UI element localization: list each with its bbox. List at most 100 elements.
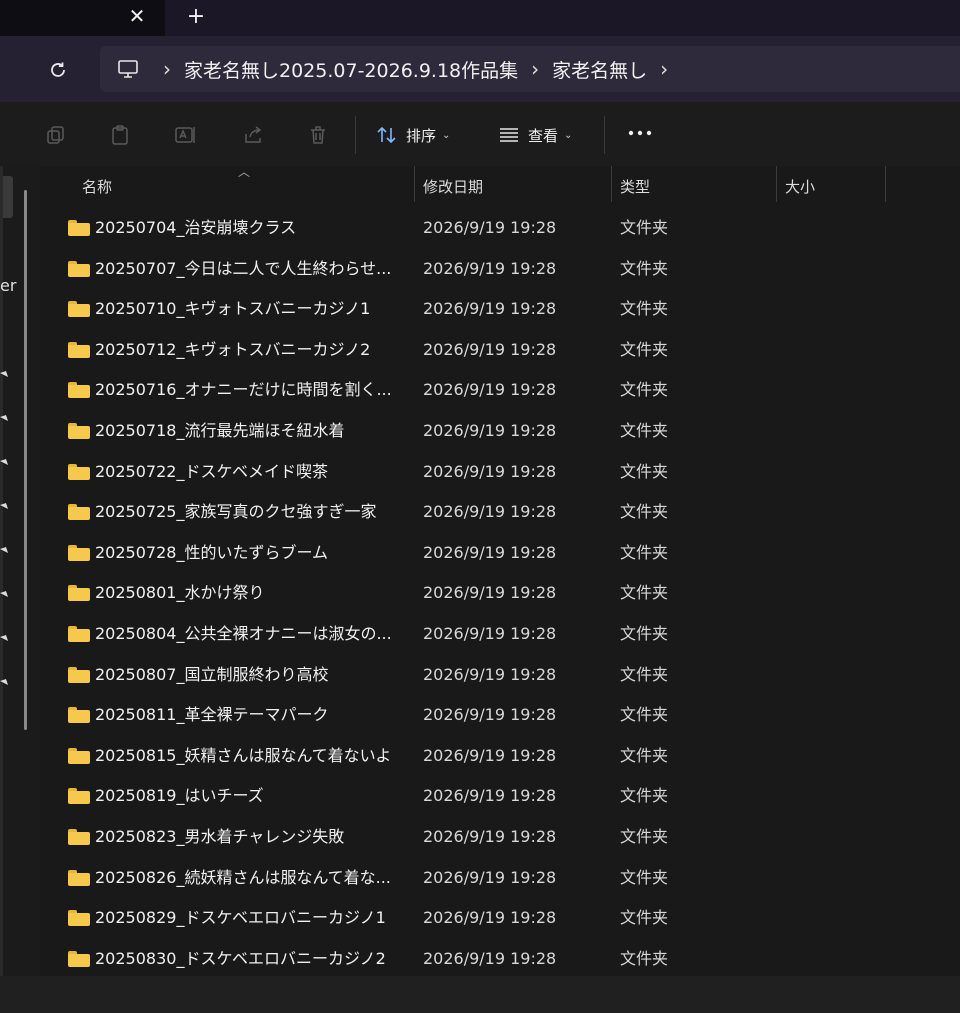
file-name: 20250823_男水着チャレンジ失敗	[95, 826, 345, 846]
folder-icon	[68, 869, 90, 886]
file-type: 文件夹	[620, 948, 669, 968]
file-type: 文件夹	[620, 583, 669, 603]
file-row[interactable]: 20250725_家族写真のクセ強すぎ一家 2026/9/19 19:28 文件…	[40, 492, 960, 533]
folder-icon	[68, 504, 90, 521]
column-divider[interactable]	[414, 166, 415, 202]
file-type: 文件夹	[620, 258, 669, 278]
file-name: 20250811_革全裸テーマパーク	[95, 705, 329, 725]
delete-icon[interactable]	[305, 122, 331, 148]
file-row[interactable]: 20250804_公共全裸オナニーは淑女の... 2026/9/19 19:28…	[40, 614, 960, 655]
rename-icon[interactable]	[173, 122, 199, 148]
file-row[interactable]: 20250819_はいチーズ 2026/9/19 19:28 文件夹	[40, 776, 960, 817]
file-row[interactable]: 20250830_ドスケベエロバニーカジノ2 2026/9/19 19:28 文…	[40, 939, 960, 980]
file-name: 20250725_家族写真のクセ強すぎ一家	[95, 502, 377, 522]
view-button[interactable]: 查看 ⌄	[498, 120, 572, 150]
command-divider	[604, 116, 605, 154]
breadcrumb-separator[interactable]: ›	[518, 57, 552, 81]
nav-scrollbar[interactable]	[24, 190, 27, 730]
column-name[interactable]: 名称	[82, 166, 112, 206]
file-modified-date: 2026/9/19 19:28	[423, 867, 557, 887]
file-row[interactable]: 20250718_流行最先端ほそ紐水着 2026/9/19 19:28 文件夹	[40, 411, 960, 452]
file-type: 文件夹	[620, 339, 669, 359]
column-divider[interactable]	[776, 166, 777, 202]
file-modified-date: 2026/9/19 19:28	[423, 786, 557, 806]
close-tab-icon[interactable]: ✕	[124, 2, 150, 30]
nav-item-label[interactable]: er	[0, 276, 16, 295]
file-name: 20250712_キヴォトスバニーカジノ2	[95, 339, 371, 359]
nav-selected-indicator	[3, 176, 13, 218]
folder-icon	[68, 747, 90, 764]
file-type: 文件夹	[620, 745, 669, 765]
file-type: 文件夹	[620, 664, 669, 684]
breadcrumb-item-current[interactable]: 家老名無し	[552, 56, 647, 83]
file-row[interactable]: 20250823_男水着チャレンジ失敗 2026/9/19 19:28 文件夹	[40, 817, 960, 858]
paste-icon[interactable]	[107, 122, 133, 148]
file-modified-date: 2026/9/19 19:28	[423, 826, 557, 846]
file-type: 文件夹	[620, 299, 669, 319]
status-bar	[0, 976, 960, 1013]
file-name: 20250718_流行最先端ほそ紐水着	[95, 420, 345, 440]
file-type: 文件夹	[620, 461, 669, 481]
file-modified-date: 2026/9/19 19:28	[423, 705, 557, 725]
sort-label: 排序	[406, 126, 437, 145]
copy-icon[interactable]	[43, 122, 69, 148]
file-type: 文件夹	[620, 502, 669, 522]
new-tab-icon[interactable]: +	[183, 2, 209, 30]
breadcrumb-separator[interactable]: ›	[150, 57, 184, 81]
folder-icon	[68, 585, 90, 602]
column-size[interactable]: 大小	[785, 166, 815, 206]
share-icon[interactable]	[240, 122, 266, 148]
file-row[interactable]: 20250811_革全裸テーマパーク 2026/9/19 19:28 文件夹	[40, 695, 960, 736]
file-row[interactable]: 20250712_キヴォトスバニーカジノ2 2026/9/19 19:28 文件…	[40, 330, 960, 371]
file-row[interactable]: 20250829_ドスケベエロバニーカジノ1 2026/9/19 19:28 文…	[40, 898, 960, 939]
folder-icon	[68, 544, 90, 561]
column-divider[interactable]	[885, 166, 886, 202]
column-date[interactable]: 修改日期	[423, 166, 483, 206]
folder-icon	[68, 666, 90, 683]
folder-icon	[68, 220, 90, 236]
more-options-icon[interactable]	[626, 122, 654, 150]
folder-icon	[68, 301, 90, 318]
title-bar: ✕ +	[0, 0, 960, 36]
file-row[interactable]: 20250801_水かけ祭り 2026/9/19 19:28 文件夹	[40, 573, 960, 614]
pin-icon	[0, 586, 8, 597]
address-bar[interactable]: › 家老名無し2025.07-2026.9.18作品集 › 家老名無し ›	[100, 46, 960, 92]
file-list: 20250704_治安崩壊クラス 2026/9/19 19:28 文件夹 202…	[40, 208, 960, 979]
active-tab[interactable]: ✕	[0, 0, 165, 36]
file-row[interactable]: 20250826_続妖精さんは服なんて着な... 2026/9/19 19:28…	[40, 858, 960, 899]
file-type: 文件夹	[620, 826, 669, 846]
breadcrumb-separator[interactable]: ›	[647, 57, 681, 81]
this-pc-icon[interactable]	[114, 55, 142, 83]
folder-icon	[68, 382, 90, 399]
file-row[interactable]: 20250716_オナニーだけに時間を割く... 2026/9/19 19:28…	[40, 370, 960, 411]
pin-icon	[0, 366, 8, 377]
breadcrumb-item-collection[interactable]: 家老名無し2025.07-2026.9.18作品集	[184, 56, 518, 83]
file-type: 文件夹	[620, 420, 669, 440]
refresh-icon[interactable]	[44, 56, 72, 84]
file-modified-date: 2026/9/19 19:28	[423, 542, 557, 562]
command-bar: 排序 ⌄ 查看 ⌄	[0, 102, 960, 166]
file-type: 文件夹	[620, 705, 669, 725]
folder-icon	[68, 910, 90, 927]
sort-button[interactable]: 排序 ⌄	[376, 120, 450, 150]
file-row[interactable]: 20250707_今日は二人で人生終わらせ... 2026/9/19 19:28…	[40, 249, 960, 290]
file-row[interactable]: 20250728_性的いたずらブーム 2026/9/19 19:28 文件夹	[40, 533, 960, 574]
column-divider[interactable]	[611, 166, 612, 202]
file-type: 文件夹	[620, 542, 669, 562]
pin-icon	[0, 410, 8, 421]
file-row[interactable]: 20250807_国立制服終わり高校 2026/9/19 19:28 文件夹	[40, 655, 960, 696]
file-row[interactable]: 20250815_妖精さんは服なんて着ないよ 2026/9/19 19:28 文…	[40, 736, 960, 777]
file-row[interactable]: 20250704_治安崩壊クラス 2026/9/19 19:28 文件夹	[40, 208, 960, 249]
view-list-icon	[500, 128, 518, 142]
file-row[interactable]: 20250722_ドスケベメイド喫茶 2026/9/19 19:28 文件夹	[40, 452, 960, 493]
pin-icon	[0, 542, 8, 553]
file-modified-date: 2026/9/19 19:28	[423, 380, 557, 400]
column-type[interactable]: 类型	[620, 166, 650, 206]
file-name: 20250829_ドスケベエロバニーカジノ1	[95, 908, 386, 928]
file-modified-date: 2026/9/19 19:28	[423, 908, 557, 928]
file-modified-date: 2026/9/19 19:28	[423, 461, 557, 481]
pin-icon	[0, 454, 8, 465]
file-row[interactable]: 20250710_キヴォトスバニーカジノ1 2026/9/19 19:28 文件…	[40, 289, 960, 330]
file-modified-date: 2026/9/19 19:28	[423, 339, 557, 359]
folder-icon	[68, 463, 90, 480]
